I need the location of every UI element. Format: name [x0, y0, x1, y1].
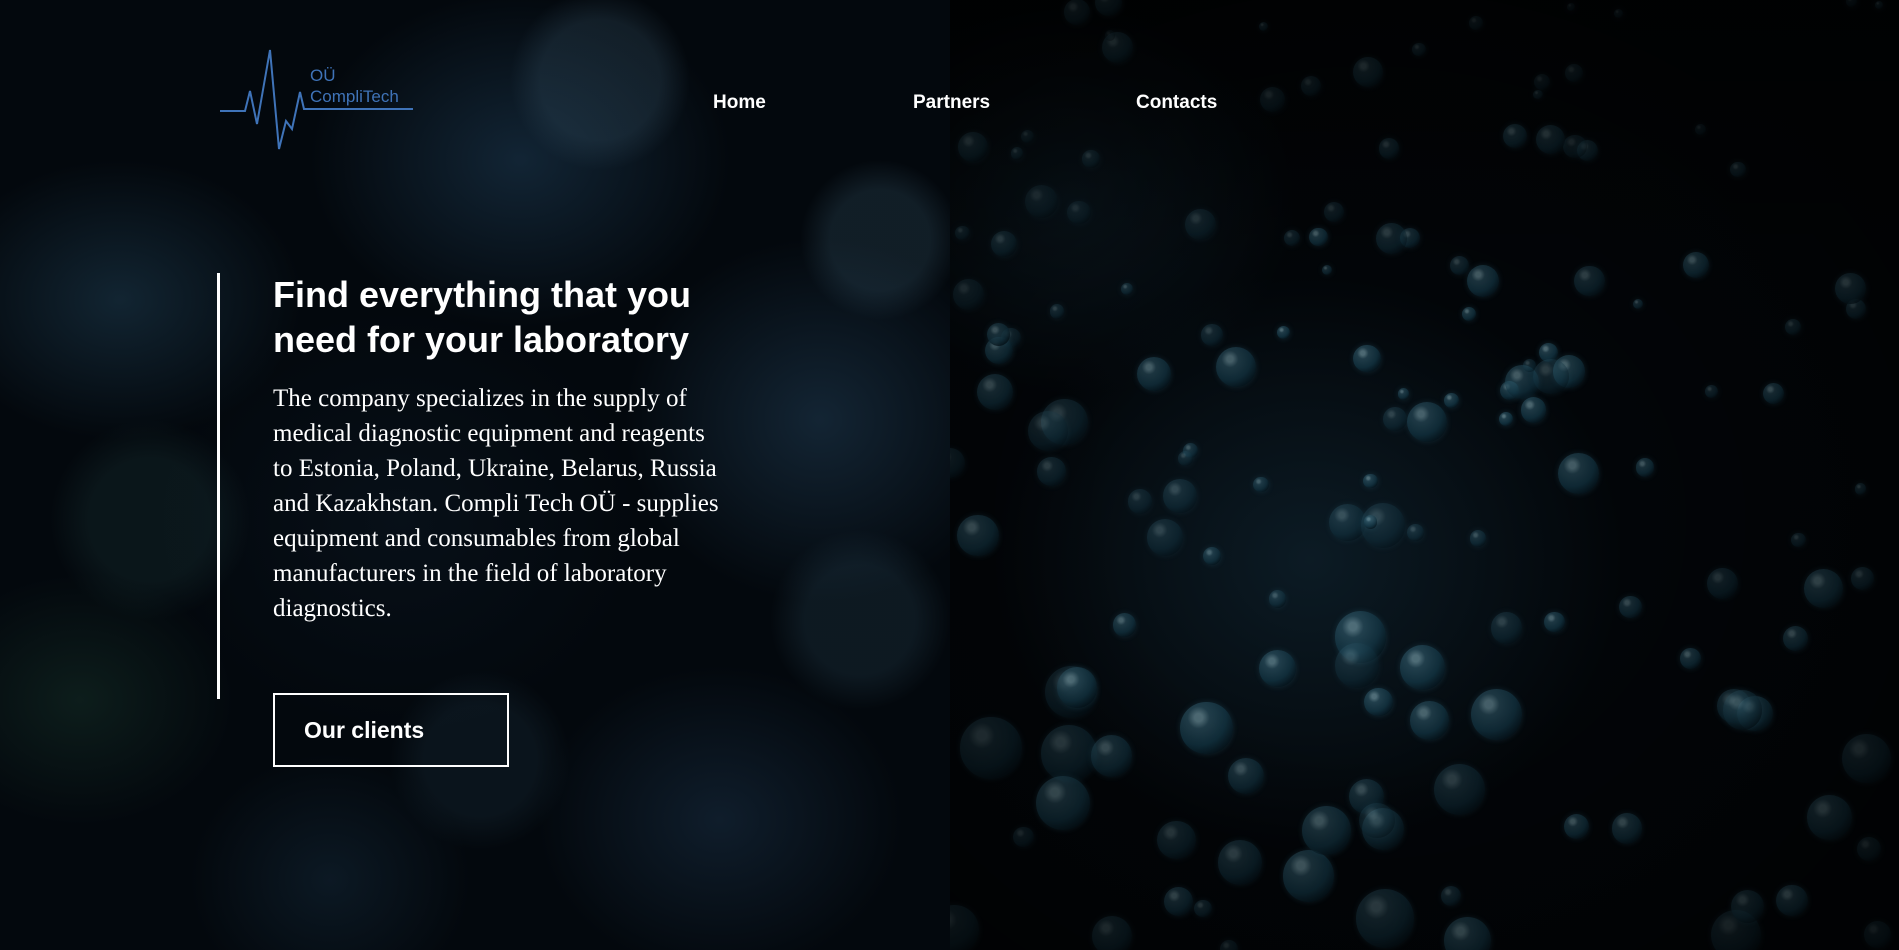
nav-home-link[interactable]: Home: [713, 92, 766, 114]
company-logo[interactable]: OÜ CompliTech: [218, 48, 418, 152]
logo-line-1: OÜ: [310, 66, 336, 85]
logo-text: OÜ CompliTech: [310, 65, 399, 107]
hero-accent-bar: [217, 273, 220, 699]
our-clients-button[interactable]: Our clients: [273, 693, 509, 767]
nav-partners-link[interactable]: Partners: [913, 92, 990, 114]
hero-description: The company specializes in the supply of…: [273, 385, 719, 622]
nav-contacts-link[interactable]: Contacts: [1136, 92, 1217, 114]
landing-page: OÜ CompliTech Home Partners Contacts Fin…: [0, 0, 1899, 950]
bubbles-background-image: [950, 0, 1899, 950]
image-vignette: [950, 0, 1899, 950]
logo-line-2: CompliTech: [310, 87, 399, 106]
hero-title: Find everything that you need for your l…: [273, 274, 692, 360]
